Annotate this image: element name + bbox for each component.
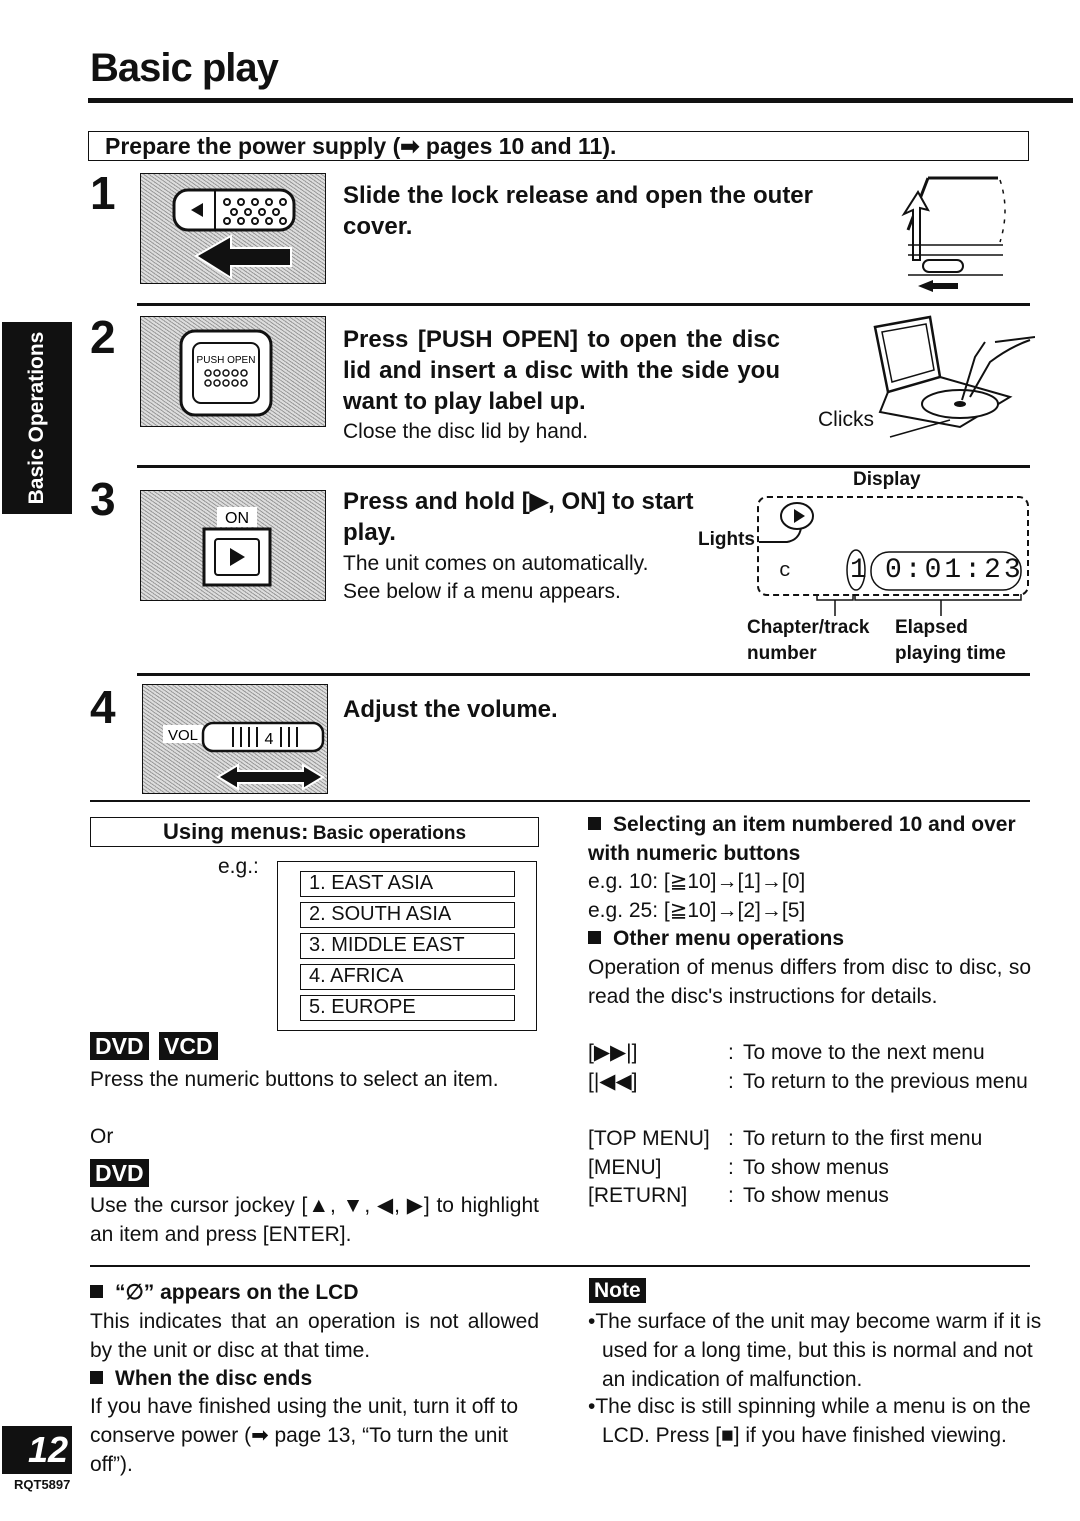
previous-menu-desc: To return to the previous menu: [743, 1070, 1028, 1093]
step3-instruction: Press and hold [▶, ON] to start play.: [343, 488, 694, 546]
display-heading: Display: [853, 469, 921, 490]
dvd-badge-row: DVD: [90, 1159, 149, 1187]
note-bullet-text: The disc is still spinning while a menu …: [595, 1395, 1031, 1447]
elapsed-label-1: Elapsed: [895, 617, 968, 638]
or-text: Or: [90, 1125, 114, 1148]
selecting-example-10: e.g. 10: [≧10]→[1]→[0]: [588, 870, 806, 893]
note-bullet-text: The surface of the unit may become warm …: [595, 1310, 1042, 1391]
section-tab: Basic Operations: [2, 322, 72, 514]
menu-option[interactable]: 4. AFRICA: [300, 964, 515, 990]
bullet-square-icon: [588, 817, 601, 830]
lcd-symbol-heading: “∅” appears on the LCD: [90, 1278, 359, 1307]
volume-wheel-icon: VOL 4: [163, 721, 325, 791]
other-ops-heading-text: Other menu operations: [613, 927, 845, 950]
note-bullet: •The disc is still spinning while a menu…: [588, 1395, 1031, 1447]
menu-option[interactable]: 5. EUROPE: [300, 995, 515, 1021]
document-code: RQT5897: [14, 1477, 71, 1492]
example-menu: 1. EAST ASIA 2. SOUTH ASIA 3. MIDDLE EAS…: [277, 861, 537, 1031]
page-number: 12: [2, 1426, 72, 1474]
cursor-instruction: Use the cursor jockey [▲, ▼, ◀, ▶] to hi…: [90, 1194, 539, 1246]
insert-disc-illustration: [850, 312, 1035, 447]
note-badge-wrap: Note: [589, 1277, 646, 1305]
return-key: [RETURN]: [588, 1184, 688, 1207]
bottom-divider: [90, 1265, 1030, 1267]
on-label: ON: [225, 510, 249, 527]
step3-note-1: The unit comes on automatically.: [343, 552, 649, 575]
menu-key: [MENU]: [588, 1156, 662, 1179]
dvd-badge: DVD: [90, 1159, 149, 1187]
next-menu-desc: To move to the next menu: [743, 1041, 985, 1064]
step-number: 3: [90, 473, 116, 525]
menu-option[interactable]: 2. SOUTH ASIA: [300, 902, 515, 928]
step3-photo: ON: [140, 490, 326, 601]
other-ops-text: Operation of menus differs from disc to …: [588, 956, 1031, 1008]
top-menu-key: [TOP MENU]: [588, 1127, 710, 1150]
step4-instruction: Adjust the volume.: [343, 696, 558, 723]
prepare-power-box: Prepare the power supply (➡ pages 10 and…: [88, 131, 1029, 161]
selecting-heading-text: Selecting an item numbered 10 and over w…: [588, 813, 1016, 865]
menu-desc: To show menus: [743, 1156, 889, 1179]
volume-value: 4: [265, 731, 274, 748]
open-cover-illustration: [888, 170, 1018, 295]
bullet-square-icon: [588, 931, 601, 944]
lights-label: Lights: [698, 529, 755, 550]
lcd-symbol-text: This indicates that an operation is not …: [90, 1310, 539, 1362]
top-menu-desc: To return to the first menu: [743, 1127, 983, 1150]
push-open-label: PUSH OPEN: [197, 355, 256, 366]
clicks-callout: Clicks: [818, 408, 874, 431]
using-menus-heading: Using menus: Basic operations: [90, 817, 539, 847]
step2-note: Close the disc lid by hand.: [343, 420, 589, 443]
lcd-left-indicator: c: [779, 560, 792, 583]
disc-ends-heading: When the disc ends: [90, 1364, 312, 1393]
step1-photo: [140, 173, 326, 284]
step3-note-2: See below if a menu appears.: [343, 580, 621, 603]
step1-instruction: Slide the lock release and open the oute…: [343, 182, 813, 240]
step-number: 4: [90, 681, 116, 733]
disc-ends-heading-text: When the disc ends: [115, 1367, 313, 1390]
vcd-badge: VCD: [159, 1032, 218, 1060]
step-divider: [137, 303, 1030, 306]
elapsed-label-2: playing time: [895, 643, 1006, 664]
step-number: 2: [90, 311, 116, 363]
bullet-square-icon: [90, 1371, 103, 1384]
lcd-time-value: 0:01:23: [885, 555, 1024, 586]
step-number: 1: [90, 167, 116, 219]
previous-menu-key: [|◀◀]: [588, 1070, 638, 1093]
menu-option[interactable]: 3. MIDDLE EAST: [300, 933, 515, 959]
step2-photo: PUSH OPEN: [140, 316, 326, 427]
eg-label: e.g.:: [218, 855, 259, 878]
disc-ends-text: If you have finished using the unit, tur…: [90, 1395, 519, 1476]
step2-instruction: Press [PUSH OPEN] to open the disc lid a…: [343, 326, 780, 415]
chapter-label-1: Chapter/track: [747, 617, 870, 638]
section-divider: [90, 800, 1030, 802]
lock-release-slider-icon: [172, 188, 296, 280]
push-open-button-icon: PUSH OPEN: [179, 329, 273, 417]
selecting-heading: Selecting an item numbered 10 and over w…: [588, 810, 1031, 868]
step-divider: [137, 673, 1030, 676]
other-ops-heading: Other menu operations: [588, 924, 844, 953]
selecting-example-25: e.g. 25: [≧10]→[2]→[5]: [588, 899, 806, 922]
return-desc: To show menus: [743, 1184, 889, 1207]
dvd-badge: DVD: [90, 1032, 149, 1060]
bullet-square-icon: [90, 1285, 103, 1298]
vol-label: VOL: [168, 727, 198, 744]
lcd-display: c 1 0:01:23: [757, 496, 1029, 596]
step4-photo: VOL 4: [142, 684, 328, 794]
next-menu-key: [▶▶|]: [588, 1041, 638, 1064]
using-menus-title: Using menus:: [162, 819, 309, 844]
prohibited-icon: ∅: [125, 1281, 144, 1304]
numeric-instruction: Press the numeric buttons to select an i…: [90, 1068, 499, 1091]
menu-option[interactable]: 1. EAST ASIA: [300, 871, 515, 897]
title-divider: [88, 98, 1073, 103]
page-title: Basic play: [90, 46, 279, 90]
disc-type-badges: DVD VCD: [90, 1032, 218, 1060]
play-on-button-icon: ON: [202, 507, 272, 587]
section-tab-label: Basic Operations: [25, 331, 48, 505]
lcd-chapter-value: 1: [850, 555, 867, 586]
chapter-label-2: number: [747, 643, 817, 664]
using-menus-subtitle: Basic operations: [312, 823, 467, 844]
note-badge: Note: [589, 1278, 646, 1303]
note-bullet: •The surface of the unit may become warm…: [588, 1310, 1042, 1391]
